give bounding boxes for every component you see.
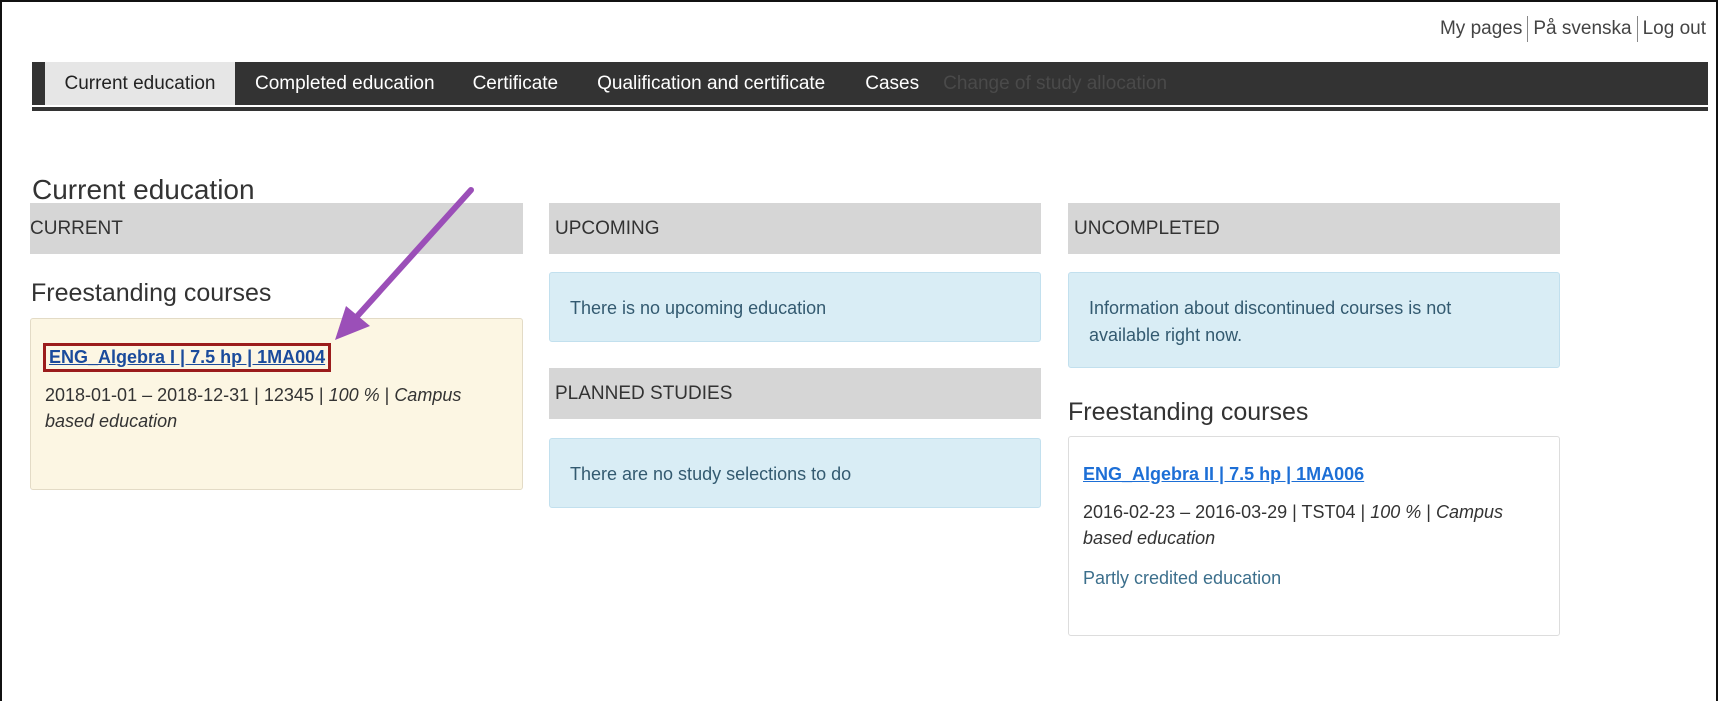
course-pace: 100 % <box>328 385 380 405</box>
uncompleted-header: UNCOMPLETED <box>1068 203 1560 254</box>
course-status: Partly credited education <box>1083 568 1282 588</box>
course-meta: 2018-01-01 – 2018-12-31 | 12345 | 100 % … <box>45 382 515 434</box>
swedish-language-link[interactable]: På svenska <box>1533 18 1631 40</box>
tab-change-study-allocation[interactable]: Change of study allocation <box>939 62 1171 105</box>
course-meta: 2016-02-23 – 2016-03-29 | TST04 | 100 % … <box>1083 499 1543 551</box>
tab-certificate[interactable]: Certificate <box>454 62 578 105</box>
meta-separator: | <box>379 385 395 405</box>
planned-studies-header-label: PLANNED STUDIES <box>555 382 733 404</box>
my-pages-link[interactable]: My pages <box>1440 18 1522 40</box>
course-link-algebra-ii[interactable]: ENG_Algebra II | 7.5 hp | 1MA006 <box>1083 464 1364 485</box>
current-section-heading: Freestanding courses <box>31 279 272 307</box>
upcoming-header: UPCOMING <box>549 203 1041 254</box>
nav-underline <box>32 107 1708 111</box>
main-nav: Current education Completed education Ce… <box>32 62 1708 105</box>
upcoming-header-label: UPCOMING <box>555 217 660 239</box>
tab-qualification-certificate[interactable]: Qualification and certificate <box>577 62 845 105</box>
divider <box>1527 16 1529 42</box>
uncompleted-message: Information about discontinued courses i… <box>1089 298 1452 345</box>
current-header-label: CURRENT <box>30 217 123 239</box>
current-header: CURRENT <box>30 203 523 254</box>
course-pace: 100 % <box>1370 502 1422 522</box>
page-title: Current education <box>32 174 255 205</box>
uncompleted-info-panel: Information about discontinued courses i… <box>1068 272 1560 368</box>
top-links: My pages På svenska Log out <box>1440 16 1706 42</box>
course-dates: 2016-02-23 – 2016-03-29 | TST04 | <box>1083 502 1371 522</box>
nav-lead <box>32 62 45 105</box>
upcoming-message: There is no upcoming education <box>570 298 827 318</box>
tab-cases[interactable]: Cases <box>845 62 939 105</box>
uncompleted-course-card: ENG_Algebra II | 7.5 hp | 1MA006 2016-02… <box>1068 436 1560 636</box>
uncompleted-section-heading: Freestanding courses <box>1068 398 1309 426</box>
tab-completed-education[interactable]: Completed education <box>235 62 454 105</box>
planned-studies-panel: There are no study selections to do <box>549 438 1041 508</box>
course-dates: 2018-01-01 – 2018-12-31 | 12345 | <box>45 385 329 405</box>
current-course-card: ENG_Algebra I | 7.5 hp | 1MA004 2018-01-… <box>30 318 523 490</box>
logout-link[interactable]: Log out <box>1643 18 1706 40</box>
course-link-algebra-i[interactable]: ENG_Algebra I | 7.5 hp | 1MA004 <box>43 343 332 372</box>
upcoming-info-panel: There is no upcoming education <box>549 272 1041 342</box>
divider <box>1636 16 1638 42</box>
uncompleted-header-label: UNCOMPLETED <box>1074 217 1220 239</box>
planned-studies-message: There are no study selections to do <box>570 464 852 484</box>
planned-studies-header: PLANNED STUDIES <box>549 368 1041 419</box>
meta-separator: | <box>1421 502 1436 522</box>
tab-current-education[interactable]: Current education <box>45 62 235 105</box>
